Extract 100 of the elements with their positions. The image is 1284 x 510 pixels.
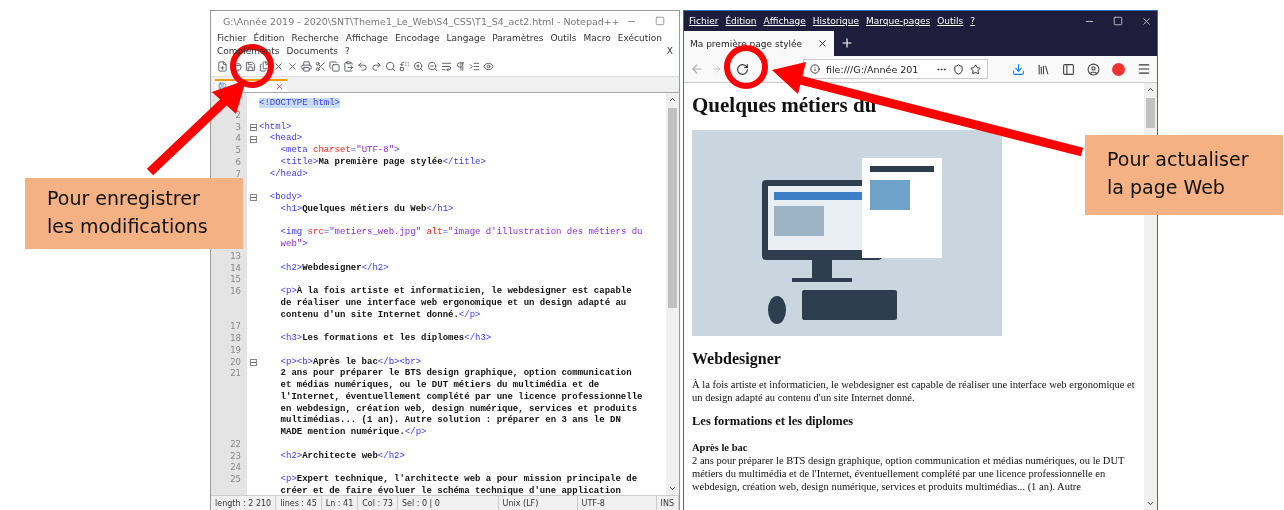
undo-icon[interactable] xyxy=(357,61,368,72)
menu-item[interactable]: Outils xyxy=(550,32,577,43)
menu-item[interactable]: Encodage xyxy=(395,32,440,43)
fold-marker[interactable] xyxy=(249,123,257,131)
status-field: length : 2 210 xyxy=(211,496,277,510)
close-icon[interactable] xyxy=(273,61,284,72)
scroll-down-icon[interactable] xyxy=(1146,499,1155,508)
menu-item[interactable]: ? xyxy=(970,16,975,26)
sidebar-icon[interactable] xyxy=(1062,62,1075,76)
library-icon[interactable] xyxy=(1037,62,1050,76)
menu-item[interactable]: Historique xyxy=(812,16,859,26)
reload-icon[interactable] xyxy=(736,62,749,76)
line-number: 5 xyxy=(234,145,242,157)
line-number: 23 xyxy=(229,450,242,463)
fold-marker[interactable] xyxy=(249,358,257,366)
menu-item[interactable]: Outils xyxy=(937,16,964,26)
status-field: UTF-8 xyxy=(577,496,657,510)
copy-icon[interactable] xyxy=(329,61,340,72)
fold-marker[interactable] xyxy=(249,194,257,202)
menu-item[interactable]: Édition xyxy=(253,32,285,43)
scrollbar-thumb[interactable] xyxy=(1146,98,1155,128)
line-number: 21 xyxy=(229,368,242,380)
page-paragraph: Après le bac 2 ans pour préparer le BTS design graphique, option communication et médias numériques, ou le DUT métiers du multimédia et de l'Internet, éventuellement complété par une licence professionnelle en webdesign, création web, design numérique, services et produits multimédias... (1 an). Autre xyxy=(692,441,1126,493)
menu-icon[interactable] xyxy=(1137,62,1151,76)
zoom-out-icon[interactable] xyxy=(427,61,438,72)
menu-item[interactable]: Exécution xyxy=(617,32,662,43)
code-line: <title>Ma première page stylée</title> xyxy=(279,156,487,169)
account-icon[interactable] xyxy=(1087,62,1100,76)
star-icon[interactable] xyxy=(970,63,981,75)
address-field[interactable]: file:///G:/Année 201 xyxy=(803,59,988,79)
code-line: <meta charset="UTF-8"> xyxy=(279,145,401,157)
menu-item[interactable]: ? xyxy=(344,45,350,56)
new-tab-icon[interactable] xyxy=(840,36,854,50)
search-icon[interactable] xyxy=(385,61,396,72)
line-number: 15 xyxy=(229,274,242,286)
menu-item[interactable]: Affichage xyxy=(345,32,389,43)
info-icon[interactable] xyxy=(810,64,820,74)
scroll-up-icon[interactable] xyxy=(668,95,677,104)
page-subheading: Webdesigner xyxy=(692,350,782,368)
new-file-icon[interactable] xyxy=(217,61,228,72)
code-line: 2 ans pour préparer le BTS design graphique, option communication xyxy=(279,368,633,380)
scrollbar-thumb[interactable] xyxy=(668,108,677,308)
close-document-button[interactable]: X xyxy=(666,45,673,56)
code-line: web"> xyxy=(279,239,309,251)
redo-icon[interactable] xyxy=(371,61,382,72)
close-icon[interactable] xyxy=(817,38,828,49)
menu-item[interactable]: Édition xyxy=(725,16,757,26)
save-icon[interactable] xyxy=(245,61,256,72)
pilcrow-icon[interactable] xyxy=(455,61,466,72)
code-line: <p>Expert technique, l'architecte web a pour mission principale de xyxy=(279,474,639,486)
line-number: 2 xyxy=(234,109,242,122)
save-all-icon[interactable] xyxy=(259,61,270,72)
menu-item[interactable]: Documents xyxy=(286,45,338,56)
replace-icon[interactable] xyxy=(399,61,410,72)
scroll-up-icon[interactable] xyxy=(1146,85,1155,94)
maximize-icon[interactable] xyxy=(1113,16,1123,26)
code-line: <html> xyxy=(259,121,293,133)
code-line: de réaliser une interface web ergonomique et un design adapté au xyxy=(279,297,628,310)
code-line: et médias numériques, ou le DUT métiers du multimédia et de xyxy=(279,380,601,392)
save-icon xyxy=(218,82,227,91)
download-icon[interactable] xyxy=(1012,62,1025,76)
fold-marker[interactable] xyxy=(249,135,257,143)
line-number: 20 xyxy=(229,356,242,369)
callout-note: Pour actualiser la page Web xyxy=(1085,135,1283,215)
eye-icon[interactable] xyxy=(483,61,494,72)
zoom-in-icon[interactable] xyxy=(413,61,424,72)
close-all-icon[interactable] xyxy=(287,61,298,72)
code-line: MADE mention numérique.</p> xyxy=(279,427,428,439)
adblock-icon[interactable] xyxy=(1112,62,1125,76)
status-field: Sel : 0 | 0 xyxy=(397,496,499,510)
menu-item[interactable]: Langage xyxy=(446,32,486,43)
line-number: 4 xyxy=(234,133,242,145)
line-number: 13 xyxy=(229,250,242,263)
line-number: 22 xyxy=(229,438,242,451)
code-line: <head> xyxy=(268,133,304,145)
line-number: 6 xyxy=(234,156,242,169)
status-field: lines : 45 xyxy=(276,496,322,510)
cut-icon[interactable] xyxy=(315,61,326,72)
menu-item[interactable]: Fichier xyxy=(689,16,719,26)
line-number: 19 xyxy=(229,344,242,357)
code-line: multimédias... (1 an). Autre solution : préparer en 3 ans le DN xyxy=(279,415,622,427)
close-icon[interactable] xyxy=(1141,15,1152,27)
menu-item[interactable]: Macro xyxy=(583,32,611,43)
line-number: 18 xyxy=(229,333,242,345)
line-number: 14 xyxy=(229,262,242,275)
menu-item[interactable]: Affichage xyxy=(763,16,806,26)
indent-guide-icon[interactable] xyxy=(469,61,480,72)
paste-icon[interactable] xyxy=(343,61,354,72)
page-paragraph: À la fois artiste et informaticien, le webdesigner est capable de réaliser une interface web ergonomique et un design adapté au contenu d'un site Internet donné. xyxy=(692,378,1136,404)
code-line: <body> xyxy=(268,192,304,204)
menu-item[interactable]: Marque-pages xyxy=(866,16,931,26)
code-line: <h2>Webdesigner</h2> xyxy=(279,262,390,275)
word-wrap-icon[interactable] xyxy=(441,61,452,72)
scroll-down-icon[interactable] xyxy=(668,484,677,493)
menu-item[interactable]: Paramètres xyxy=(492,32,544,43)
callout-note: Pour enregistrer les modifications xyxy=(25,178,243,249)
print-icon[interactable] xyxy=(301,61,312,72)
status-field: Col : 73 xyxy=(358,496,398,510)
menu-item[interactable]: Recherche xyxy=(291,32,339,43)
menu-item[interactable]: Fichier xyxy=(217,32,247,43)
